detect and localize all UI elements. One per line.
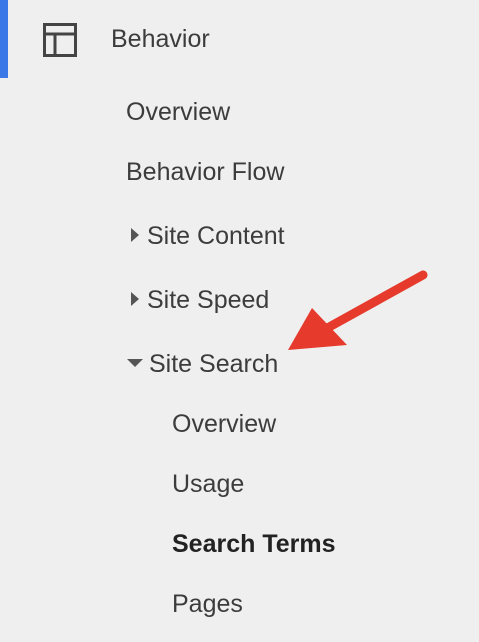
layout-icon bbox=[43, 23, 77, 57]
nav-item-label: Site Speed bbox=[147, 286, 270, 314]
section-label: Behavior bbox=[111, 25, 210, 53]
nav-item-site-content[interactable]: Site Content bbox=[131, 220, 285, 252]
nav-item-label: Site Content bbox=[147, 222, 285, 250]
nav-item-site-search[interactable]: Site Search bbox=[127, 348, 278, 380]
subnav-item-pages[interactable]: Pages bbox=[172, 588, 243, 620]
nav-item-behavior-flow[interactable]: Behavior Flow bbox=[126, 156, 284, 188]
nav-item-label: Overview bbox=[126, 98, 231, 126]
nav-item-label: Search Terms bbox=[172, 530, 336, 558]
caret-right-icon bbox=[131, 228, 139, 243]
caret-down-icon bbox=[127, 359, 143, 368]
active-section-indicator bbox=[0, 0, 8, 78]
subnav-item-search-terms[interactable]: Search Terms bbox=[172, 528, 336, 560]
nav-item-label: Pages bbox=[172, 590, 243, 618]
subnav-item-usage[interactable]: Usage bbox=[172, 468, 244, 500]
nav-item-overview[interactable]: Overview bbox=[126, 96, 230, 128]
subnav-item-overview[interactable]: Overview bbox=[172, 408, 276, 440]
section-behavior[interactable]: Behavior bbox=[8, 0, 479, 78]
nav-item-label: Overview bbox=[172, 410, 277, 438]
nav-item-label: Behavior Flow bbox=[126, 158, 285, 186]
nav-item-label: Site Search bbox=[149, 350, 279, 378]
nav-item-site-speed[interactable]: Site Speed bbox=[131, 284, 269, 316]
caret-right-icon bbox=[131, 292, 139, 307]
nav-item-label: Usage bbox=[172, 470, 245, 498]
